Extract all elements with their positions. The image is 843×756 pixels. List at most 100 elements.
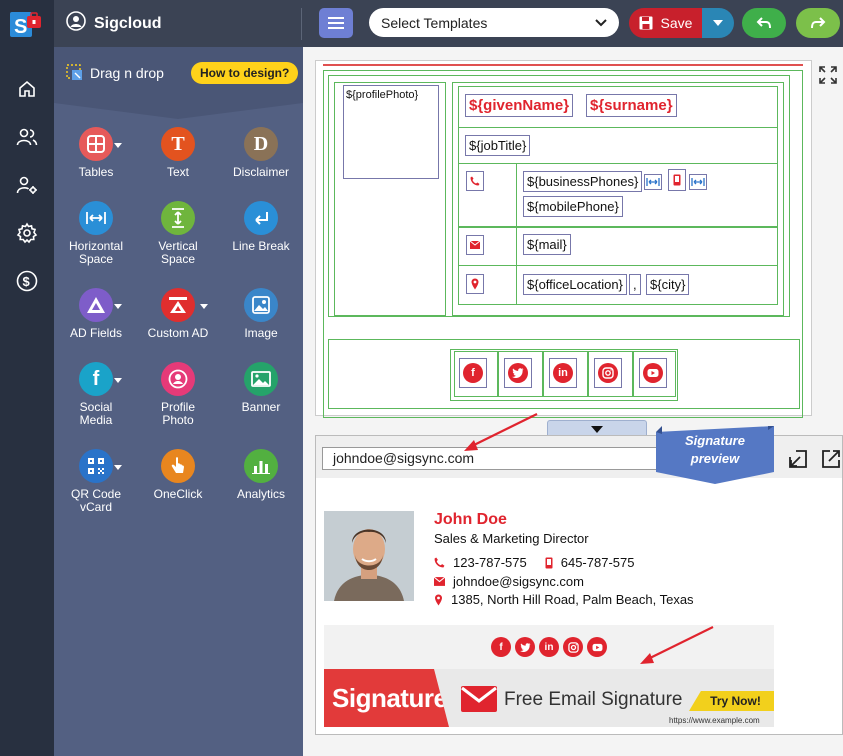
table-icon bbox=[79, 127, 113, 161]
location-pin-icon bbox=[435, 594, 442, 605]
office-location-field[interactable]: ${officeLocation} bbox=[523, 274, 627, 295]
banner-try-now-button[interactable]: Try Now! bbox=[689, 691, 774, 711]
caret-down-icon bbox=[591, 425, 603, 433]
linkedin-icon[interactable]: in bbox=[539, 637, 559, 657]
billing-dollar-icon[interactable]: $ bbox=[14, 268, 40, 294]
settings-gear-icon[interactable] bbox=[14, 220, 40, 246]
tool-social-media[interactable]: f Social Media bbox=[54, 362, 138, 427]
job-title-field[interactable]: ${jobTitle} bbox=[465, 135, 531, 156]
horizontal-space-icon[interactable] bbox=[689, 174, 707, 190]
drag-drop-icon bbox=[66, 64, 82, 80]
redo-icon bbox=[811, 17, 826, 29]
minimize-window-icon[interactable] bbox=[788, 449, 808, 472]
twitter-icon[interactable] bbox=[515, 637, 535, 657]
youtube-icon[interactable] bbox=[639, 358, 667, 388]
facebook-icon[interactable]: f bbox=[491, 637, 511, 657]
svg-text:S: S bbox=[14, 16, 27, 38]
signature-preview-ribbon: Signature preview bbox=[656, 426, 774, 484]
vertical-space-icon bbox=[161, 201, 195, 235]
given-name-field[interactable]: ${givenName} bbox=[465, 94, 574, 117]
tool-horizontal-space[interactable]: Horizontal Space bbox=[54, 201, 138, 266]
banner-tagline: Free Email Signature bbox=[504, 689, 683, 710]
svg-text:$: $ bbox=[23, 274, 31, 289]
tool-ad-fields[interactable]: AD Fields bbox=[54, 288, 138, 340]
twitter-icon[interactable] bbox=[504, 358, 532, 388]
tool-profile-photo[interactable]: Profile Photo bbox=[136, 362, 220, 427]
phone-icon bbox=[434, 557, 445, 568]
redo-button[interactable] bbox=[796, 8, 840, 38]
expand-caret-icon[interactable] bbox=[200, 304, 208, 309]
profile-photo-icon bbox=[161, 362, 195, 396]
signature-mobile: 645-787-575 bbox=[560, 555, 635, 570]
header-arrow bbox=[54, 103, 303, 119]
tool-image[interactable]: Image bbox=[219, 288, 303, 340]
tool-qr-code-vcard[interactable]: QR Code vCard bbox=[54, 449, 138, 514]
expand-caret-icon[interactable] bbox=[114, 378, 122, 383]
users-icon[interactable] bbox=[14, 124, 40, 150]
editor-area: ${profilePhoto} ${givenName} ${surname} … bbox=[303, 47, 843, 756]
save-button[interactable]: Save bbox=[629, 8, 702, 38]
tool-custom-ad[interactable]: Custom AD bbox=[136, 288, 220, 340]
signature-phone-line: 123-787-575 645-787-575 bbox=[434, 555, 634, 570]
caret-down-icon bbox=[713, 20, 723, 26]
signature-banner[interactable]: Signature Free Email Signature Try Now! … bbox=[324, 669, 774, 727]
signature-title: Sales & Marketing Director bbox=[434, 531, 589, 546]
account-avatar-icon[interactable] bbox=[66, 11, 86, 36]
template-select[interactable]: Select Templates bbox=[369, 8, 619, 37]
mobile-phone-icon bbox=[545, 557, 553, 568]
how-to-design-button[interactable]: How to design? bbox=[191, 62, 299, 84]
comma-separator[interactable]: , bbox=[629, 274, 641, 295]
template-canvas[interactable]: ${profilePhoto} ${givenName} ${surname} … bbox=[315, 60, 812, 418]
expand-caret-icon[interactable] bbox=[114, 465, 122, 470]
sigcloud-logo-icon[interactable]: S bbox=[10, 9, 43, 39]
tool-disclaimer[interactable]: D Disclaimer bbox=[219, 127, 303, 179]
top-rule bbox=[323, 64, 803, 66]
tool-tables[interactable]: Tables bbox=[54, 127, 138, 179]
expand-caret-icon[interactable] bbox=[114, 304, 122, 309]
phone-icon[interactable] bbox=[466, 171, 484, 191]
undo-button[interactable] bbox=[742, 8, 786, 38]
ribbon-line-2: preview bbox=[690, 451, 740, 466]
ad-fields-icon bbox=[79, 288, 113, 322]
save-options-dropdown[interactable] bbox=[702, 8, 734, 38]
city-field[interactable]: ${city} bbox=[646, 274, 690, 295]
home-icon[interactable] bbox=[14, 76, 40, 102]
instagram-icon[interactable] bbox=[563, 637, 583, 657]
signature-phone: 123-787-575 bbox=[453, 555, 527, 570]
hamburger-icon bbox=[328, 17, 344, 29]
facebook-icon[interactable]: f bbox=[459, 358, 487, 388]
top-bar: Sigcloud Select Templates Save bbox=[54, 0, 843, 47]
mail-icon[interactable] bbox=[466, 235, 484, 255]
tool-banner[interactable]: Banner bbox=[219, 362, 303, 414]
signature-name: John Doe bbox=[434, 511, 507, 528]
ribbon-line-1: Signature bbox=[685, 433, 745, 448]
tool-vertical-space[interactable]: Vertical Space bbox=[136, 201, 220, 266]
profile-photo-placeholder[interactable]: ${profilePhoto} bbox=[343, 85, 439, 179]
text-icon: T bbox=[161, 127, 195, 161]
dnd-title: Drag n drop bbox=[90, 65, 164, 81]
drag-n-drop-header: Drag n drop How to design? bbox=[54, 47, 303, 103]
tool-panel: Drag n drop How to design? Tables T Text… bbox=[54, 47, 303, 756]
youtube-icon[interactable] bbox=[587, 637, 607, 657]
user-settings-icon[interactable] bbox=[14, 172, 40, 198]
mail-field[interactable]: ${mail} bbox=[523, 234, 571, 255]
location-pin-icon[interactable] bbox=[466, 274, 484, 294]
instagram-icon[interactable] bbox=[594, 358, 622, 388]
business-phones-field[interactable]: ${businessPhones} bbox=[523, 171, 643, 192]
surname-field[interactable]: ${surname} bbox=[586, 94, 677, 117]
tool-text[interactable]: T Text bbox=[136, 127, 220, 179]
horizontal-space-icon[interactable] bbox=[644, 174, 662, 190]
tool-oneclick[interactable]: OneClick bbox=[136, 449, 220, 501]
open-external-icon[interactable] bbox=[821, 449, 841, 472]
expand-caret-icon[interactable] bbox=[114, 143, 122, 148]
linkedin-icon[interactable]: in bbox=[549, 358, 577, 388]
mobile-phone-field[interactable]: ${mobilePhone} bbox=[523, 196, 623, 217]
template-select-value: Select Templates bbox=[381, 14, 488, 31]
tool-analytics[interactable]: Analytics bbox=[219, 449, 303, 501]
image-icon bbox=[244, 288, 278, 322]
fullscreen-icon[interactable] bbox=[818, 65, 838, 88]
tool-line-break[interactable]: Line Break bbox=[219, 201, 303, 253]
signature-email[interactable]: johndoe@sigsync.com bbox=[453, 574, 584, 589]
mobile-phone-icon[interactable] bbox=[668, 169, 686, 191]
menu-button[interactable] bbox=[319, 8, 353, 38]
